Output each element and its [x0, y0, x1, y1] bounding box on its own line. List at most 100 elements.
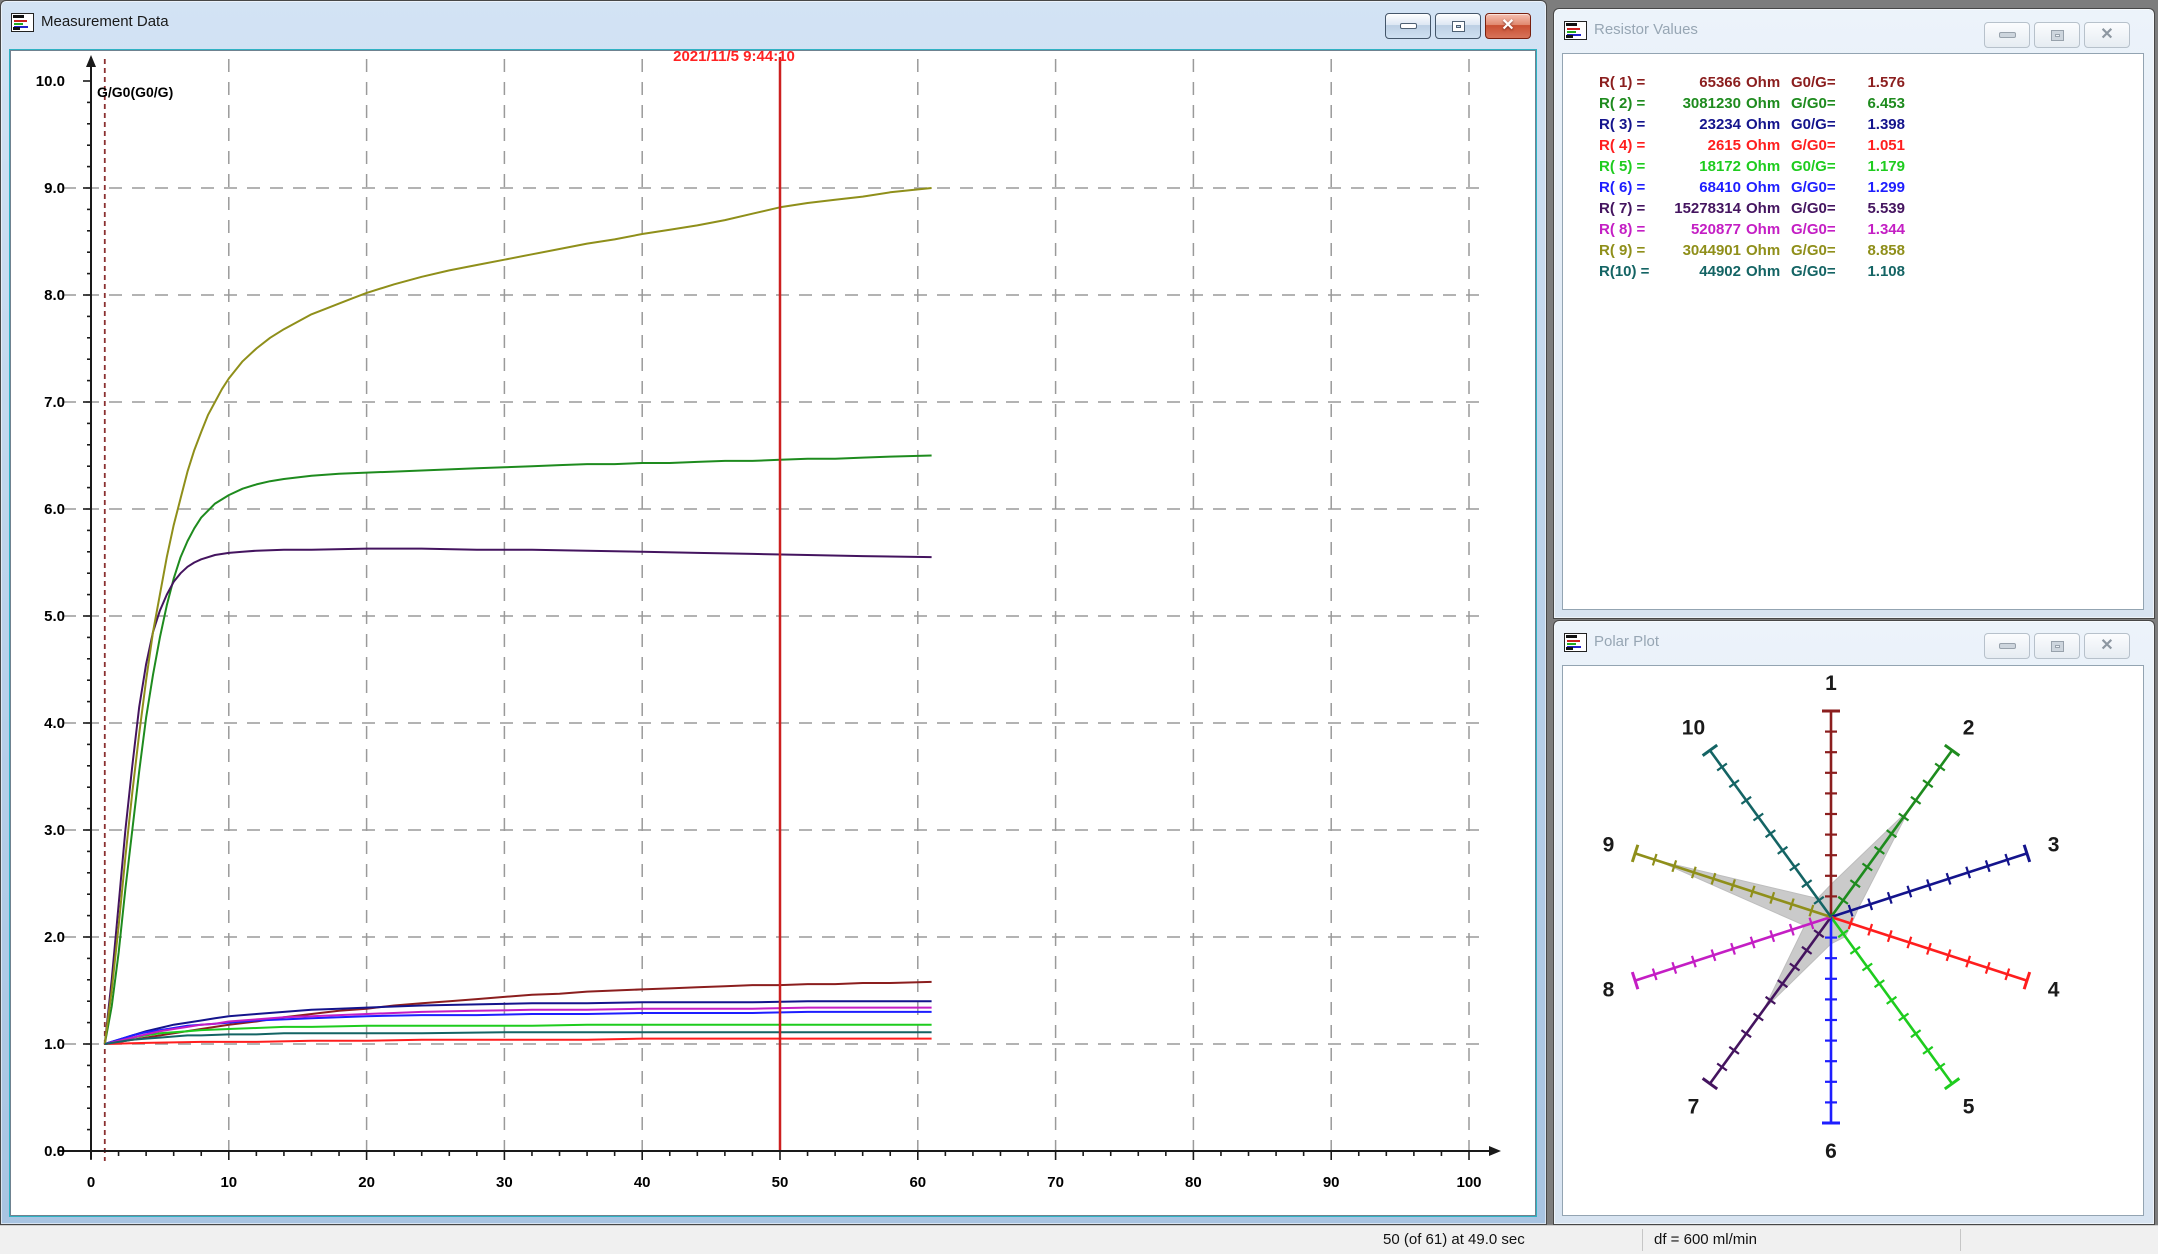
status-separator	[1960, 1229, 1961, 1251]
resistance-unit: Ohm	[1746, 156, 1784, 177]
minimize-icon	[2000, 33, 2015, 37]
window-title: Polar Plot	[1594, 631, 1659, 653]
ratio-label: G/G0=	[1791, 135, 1851, 156]
cursor-timestamp: 2021/11/5 9:44:10	[584, 48, 884, 65]
resistor-row: R( 5) =18172OhmG0/G=1.179	[1599, 156, 1905, 177]
y-tick-label: 1.0	[44, 1036, 65, 1053]
close-icon: ✕	[2100, 638, 2113, 654]
resistance-unit: Ohm	[1746, 114, 1784, 135]
resistance-value: 3044901	[1665, 240, 1741, 261]
measurement-chart-area[interactable]: 2021/11/5 9:44:10 0102030405060708090100…	[10, 50, 1536, 1216]
window-polar-plot: Polar Plot ✕ 12345678910	[1553, 620, 2155, 1225]
restore-button[interactable]	[2034, 22, 2080, 48]
chart-app-icon	[1564, 21, 1587, 40]
resistance-unit: Ohm	[1746, 177, 1784, 198]
resistor-label: R( 7) =	[1599, 198, 1665, 219]
x-tick-label: 50	[772, 1174, 789, 1191]
resistor-row: R( 2) =3081230OhmG/G0=6.453	[1599, 93, 1905, 114]
resistor-label: R( 3) =	[1599, 114, 1665, 135]
ratio-label: G/G0=	[1791, 240, 1851, 261]
x-tick-label: 90	[1323, 1174, 1340, 1191]
axis-end-cap	[1945, 745, 1960, 756]
resistance-unit: Ohm	[1746, 219, 1784, 240]
restore-icon	[1453, 22, 1464, 31]
resistance-value: 44902	[1665, 261, 1741, 282]
resistor-row: R( 7) =15278314OhmG/G0=5.539	[1599, 198, 1905, 219]
ratio-value: 1.344	[1851, 219, 1905, 240]
close-button[interactable]: ✕	[2084, 22, 2130, 48]
y-tick-label: 0.0	[44, 1143, 65, 1160]
restore-button[interactable]	[2034, 633, 2080, 659]
polar-axis-label: 4	[2048, 978, 2060, 1001]
axes	[59, 65, 1489, 1159]
x-tick-label: 20	[358, 1174, 375, 1191]
resistor-row: R( 1) =65366OhmG0/G=1.576	[1599, 72, 1905, 93]
status-flow-rate: df = 600 ml/min	[1654, 1231, 1757, 1248]
minimize-button[interactable]	[1984, 633, 2030, 659]
polar-axis-label: 7	[1688, 1095, 1700, 1118]
restore-icon	[2052, 31, 2063, 40]
polar-axis-label: 10	[1682, 717, 1705, 740]
close-button[interactable]: ✕	[2084, 633, 2130, 659]
resistance-value: 65366	[1665, 72, 1741, 93]
polar-axis-label: 2	[1963, 717, 1975, 740]
resistor-row: R( 6) =68410OhmG/G0=1.299	[1599, 177, 1905, 198]
ratio-label: G/G0=	[1791, 261, 1851, 282]
resistor-row: R(10) =44902OhmG/G0=1.108	[1599, 261, 1905, 282]
resistor-label: R( 6) =	[1599, 177, 1665, 198]
ratio-value: 8.858	[1851, 240, 1905, 261]
resistance-unit: Ohm	[1746, 72, 1784, 93]
chart-app-icon	[11, 13, 34, 32]
minimize-icon	[1401, 24, 1416, 28]
axis-end-cap	[1703, 1078, 1718, 1089]
status-bar: 50 (of 61) at 49.0 sec df = 600 ml/min	[0, 1225, 2158, 1254]
resistor-values-panel: R( 1) =65366OhmG0/G=1.576R( 2) =3081230O…	[1562, 53, 2144, 610]
ratio-value: 6.453	[1851, 93, 1905, 114]
measurement-titlebar[interactable]: Measurement Data	[1, 1, 1546, 45]
curve-R(4)	[105, 1039, 932, 1044]
resistor-label: R( 2) =	[1599, 93, 1665, 114]
x-axis-arrow	[1489, 1146, 1501, 1156]
x-tick-label: 60	[909, 1174, 926, 1191]
polar-axis-label: 6	[1825, 1140, 1837, 1163]
resistor-row: R( 3) =23234Ohm G0/G=1.398	[1599, 114, 1905, 135]
resistor-row: R( 9) =3044901OhmG/G0=8.858	[1599, 240, 1905, 261]
gridlines	[63, 59, 1481, 1151]
ratio-label: G/G0=	[1791, 177, 1851, 198]
minimize-button[interactable]	[1385, 13, 1431, 39]
close-icon: ✕	[2100, 27, 2113, 43]
ratio-value: 1.299	[1851, 177, 1905, 198]
polar-axis-label: 9	[1603, 834, 1615, 857]
y-tick-label: 8.0	[44, 287, 65, 304]
resistor-row: R( 4) =2615OhmG/G0=1.051	[1599, 135, 1905, 156]
x-tick-label: 100	[1456, 1174, 1481, 1191]
resistor-row: R( 8) =520877OhmG/G0=1.344	[1599, 219, 1905, 240]
close-icon: ✕	[1501, 18, 1514, 34]
ratio-label: G0/G=	[1791, 72, 1851, 93]
restore-icon	[2052, 642, 2063, 651]
polar-axis-4	[1831, 917, 2030, 989]
polar-axis-5	[1831, 917, 1959, 1089]
resistance-value: 23234	[1665, 114, 1741, 135]
axis-labels: 01020304050607080901000.01.02.03.04.05.0…	[36, 73, 1482, 1191]
x-tick-label: 70	[1047, 1174, 1064, 1191]
ratio-label: G0/G=	[1791, 156, 1851, 177]
close-button[interactable]: ✕	[1485, 13, 1531, 39]
resistance-unit: Ohm	[1746, 93, 1784, 114]
chart-app-icon	[1564, 633, 1587, 652]
y-tick-label: 6.0	[44, 501, 65, 518]
axis-ticks	[83, 81, 1469, 1160]
resistor-label: R( 1) =	[1599, 72, 1665, 93]
ratio-label: G0/G=	[1791, 114, 1851, 135]
ratio-value: 1.398	[1851, 114, 1905, 135]
window-measurement-data: Measurement Data ✕ 2021/11/5 9:44:10 010…	[0, 0, 1547, 1225]
polar-plot-panel: 12345678910	[1562, 665, 2144, 1216]
ratio-label: G/G0=	[1791, 93, 1851, 114]
polar-axis-label: 5	[1963, 1095, 1975, 1118]
polar-axis-label: 3	[2048, 834, 2060, 857]
restore-button[interactable]	[1435, 13, 1481, 39]
minimize-button[interactable]	[1984, 22, 2030, 48]
y-tick-label: 7.0	[44, 394, 65, 411]
axis-end-cap	[1945, 1078, 1960, 1089]
resistance-value: 2615	[1665, 135, 1741, 156]
